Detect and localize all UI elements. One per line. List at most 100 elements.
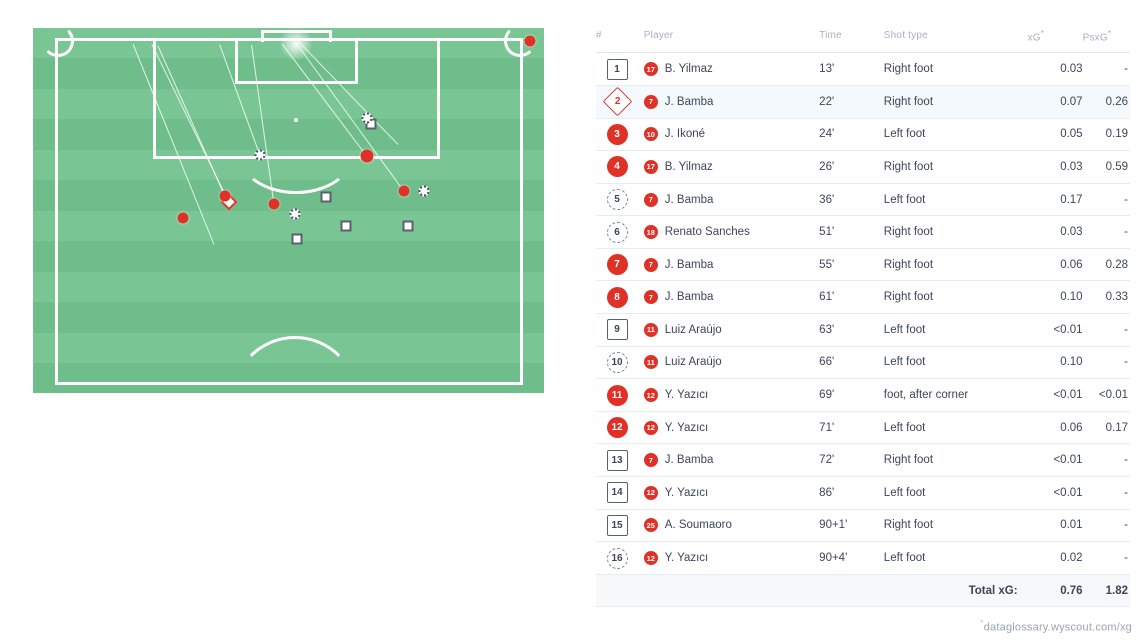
shot-marker-ring-icon[interactable]: 5 (606, 189, 628, 210)
shot-marker-square-icon[interactable]: 13 (606, 449, 628, 471)
shot-type-cell: Right foot (883, 215, 1028, 249)
player-cell: 10 J. Ikoné (643, 118, 820, 152)
time-cell: 26' (819, 150, 884, 184)
psxg-cell: - (1082, 541, 1130, 575)
goal-convergence-glow (279, 28, 313, 61)
pitch-shot-marker-5[interactable] (254, 149, 266, 161)
pitch-shot-marker-11[interactable] (524, 35, 536, 47)
xg-cell: 0.02 (1027, 541, 1083, 575)
total-psxg-value: 1.82 (1082, 574, 1130, 608)
player-name: Luiz Araújo (664, 323, 722, 336)
shot-marker-square-icon[interactable]: 1 (606, 58, 628, 80)
player-name: B. Yilmaz (664, 63, 713, 76)
shot-marker-ring-icon[interactable]: 16 (606, 547, 628, 569)
footnote-link[interactable]: dataglossary.wyscout.com/xg (984, 622, 1132, 634)
pitch-shot-marker-4[interactable] (398, 185, 410, 197)
shots-table: # Player Time Shot type xG* PsxG* 1 17 B. … (596, 22, 1130, 608)
jersey-number-icon: 7 (643, 192, 658, 207)
penalty-box-right (437, 41, 440, 159)
shot-marker-square-icon[interactable]: 14 (606, 482, 628, 504)
shot-marker-dot-icon[interactable]: 7 (606, 254, 628, 276)
time-cell: 36' (819, 183, 884, 217)
player-name: Y. Yazıcı (664, 552, 709, 565)
time-cell: 55' (819, 248, 884, 282)
player-cell: 7 J. Bamba (643, 443, 820, 478)
shot-number-cell: 9 (596, 313, 644, 347)
footnote-marker-icon: * (1040, 28, 1045, 38)
pitch-shot-marker-6[interactable] (418, 185, 430, 197)
column-header-number: # (596, 22, 644, 54)
table-row[interactable]: 5 7 J. Bamba 36' Left foot 0.17- (596, 183, 1130, 217)
shot-type-cell: Right foot (883, 150, 1028, 184)
player-name: J. Bamba (664, 258, 714, 271)
time-cell: 86' (819, 476, 884, 510)
player-name: A. Soumaoro (664, 519, 732, 532)
player-wrapper: 10 J. Ikoné (643, 127, 819, 142)
shot-marker-square-icon[interactable]: 15 (606, 514, 628, 536)
shot-number-cell: 14 (596, 476, 644, 510)
pitch-shot-marker-3[interactable] (360, 149, 374, 163)
table-row[interactable]: 2 7 J. Bamba 22' Right foot 0.07 0.26 (596, 85, 1130, 119)
table-row[interactable]: 7 7 J. Bamba 55' Right foot 0.06 0.28 (596, 248, 1130, 282)
table-row[interactable]: 10 11 Luiz Araújo 66' Left foot 0.10- (596, 346, 1130, 380)
pitch-shot-marker-10[interactable] (291, 233, 303, 245)
table-row[interactable]: 13 7 J. Bamba 72' Right foot <0.01- (596, 443, 1130, 478)
player-wrapper: 12 Y. Yazıcı (643, 551, 819, 566)
column-header-player: Player (643, 22, 820, 54)
shot-marker-dot-icon[interactable]: 12 (606, 417, 628, 439)
total-spacer (596, 574, 884, 608)
pitch-shot-marker-16[interactable] (361, 112, 373, 124)
shot-number-label: 13 (611, 454, 623, 466)
six-yard-box-bottom (235, 81, 358, 84)
shot-number-cell: 4 (596, 150, 644, 184)
table-row[interactable]: 11 12 Y. Yazıcı 69' foot, after corner <0.01 <… (596, 378, 1130, 412)
footnote-marker-icon: * (1107, 28, 1112, 38)
shot-marker-ring-icon[interactable]: 10 (606, 351, 628, 373)
shot-marker-dot-icon[interactable]: 8 (606, 286, 628, 308)
pitch-shot-marker-9[interactable] (402, 220, 414, 232)
shot-type-cell: foot, after corner (883, 378, 1028, 412)
player-cell: 11 Luiz Araújo (643, 346, 820, 380)
table-row[interactable]: 16 12 Y. Yazıcı 90+4' Left foot 0.02- (596, 541, 1130, 575)
psxg-cell: - (1082, 313, 1130, 347)
shot-marker-dot-icon[interactable]: 11 (606, 384, 628, 406)
shot-type-cell: Right foot (883, 509, 1028, 543)
player-cell: 12 Y. Yazıcı (643, 378, 820, 412)
pitch-shot-marker-13[interactable] (289, 208, 301, 220)
shot-number-cell: 3 (596, 118, 644, 152)
table-row[interactable]: 15 25 A. Soumaoro 90+1' Right foot 0.01- (596, 509, 1130, 543)
shot-marker-dot-icon[interactable]: 4 (606, 156, 628, 178)
jersey-number-icon: 12 (643, 388, 658, 403)
time-cell: 90+1' (819, 509, 884, 543)
table-row[interactable]: 14 12 Y. Yazıcı 86' Left foot <0.01- (596, 476, 1130, 510)
table-row[interactable]: 8 7 J. Bamba 61' Right foot 0.10 0.33 (596, 280, 1130, 315)
shot-marker-dot-icon[interactable]: 3 (606, 123, 628, 145)
psxg-cell: - (1082, 476, 1130, 510)
shot-marker-square-icon[interactable]: 9 (606, 319, 628, 341)
column-header-psxg: PsxG* (1082, 22, 1130, 54)
shot-number-label: 1 (614, 63, 620, 75)
pitch-shot-marker-12[interactable] (177, 212, 189, 224)
shot-number-cell: 6 (596, 215, 644, 249)
table-row[interactable]: 6 18 Renato Sanches 51' Right foot 0.03- (596, 215, 1130, 249)
player-wrapper: 11 Luiz Araújo (643, 355, 819, 370)
pitch-shot-marker-7[interactable] (219, 190, 231, 202)
table-row[interactable]: 3 10 J. Ikoné 24' Left foot 0.05 0.19 (596, 118, 1130, 152)
table-row[interactable]: 1 17 B. Yilmaz 13' Right foot 0.03- (596, 52, 1130, 86)
time-cell: 90+4' (819, 541, 884, 575)
shot-number-cell: 2 (596, 85, 644, 119)
pitch-shot-marker-14[interactable] (340, 220, 352, 232)
pitch-shot-marker-8[interactable] (268, 198, 280, 210)
table-row[interactable]: 12 12 Y. Yazıcı 71' Left foot 0.06 0.17 (596, 411, 1130, 445)
table-row[interactable]: 9 11 Luiz Araújo 63' Left foot <0.01- (596, 313, 1130, 347)
shot-type-cell: Left foot (883, 411, 1028, 445)
xg-cell: <0.01 (1027, 443, 1083, 478)
shot-marker-diamond-icon[interactable]: 2 (602, 86, 632, 117)
player-cell: 7 J. Bamba (643, 280, 820, 315)
pitch-shot-marker-1[interactable] (320, 191, 332, 203)
shots-table-body: 1 17 B. Yilmaz 13' Right foot 0.03-2 7 J. Bamba… (596, 52, 1130, 608)
psxg-cell: - (1082, 443, 1130, 478)
shot-marker-ring-icon[interactable]: 6 (606, 221, 628, 243)
shot-type-cell: Right foot (883, 280, 1028, 315)
table-row[interactable]: 4 17 B. Yilmaz 26' Right foot 0.03 0.59 (596, 150, 1130, 184)
